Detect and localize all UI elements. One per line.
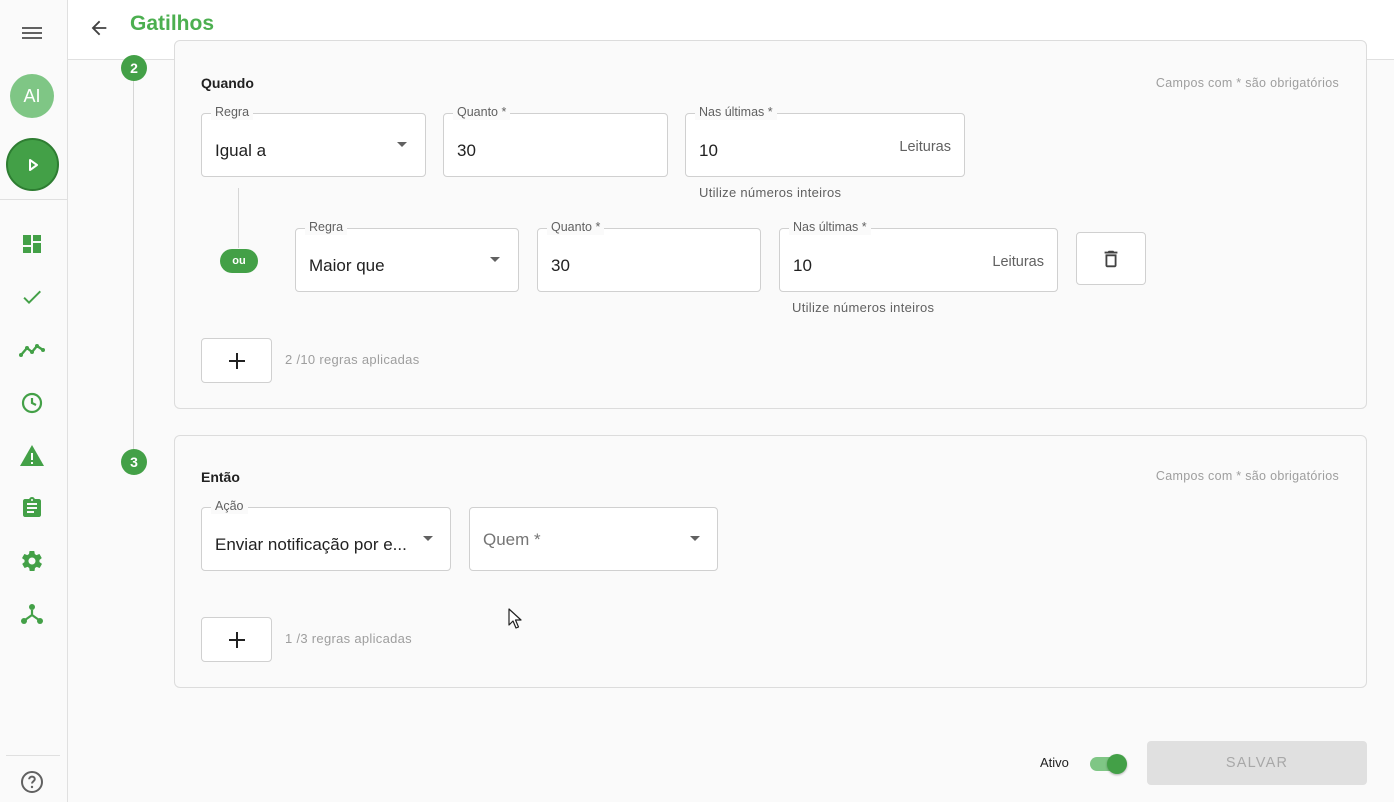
dashboard-icon[interactable] — [19, 231, 45, 257]
sidebar-divider — [0, 199, 68, 200]
field-label: Quanto * — [547, 219, 605, 235]
or-badge: ou — [220, 249, 258, 273]
step-number-2: 2 — [121, 55, 147, 81]
field-value: Maior que — [309, 256, 385, 275]
clipboard-icon[interactable] — [19, 495, 45, 521]
plus-icon — [228, 631, 245, 648]
active-toggle[interactable] — [1088, 752, 1130, 776]
required-note: Campos com * são obrigatórios — [1155, 469, 1339, 483]
menu-icon[interactable] — [20, 24, 44, 42]
add-action-button[interactable] — [201, 617, 272, 662]
sidebar: AI — [0, 0, 68, 802]
field-label: Ação — [211, 498, 248, 514]
field-value: 10 — [793, 256, 812, 275]
step-number-3: 3 — [121, 449, 147, 475]
field-label: Regra — [305, 219, 348, 235]
plus-icon — [228, 352, 245, 369]
network-icon[interactable] — [19, 601, 45, 627]
dropdown-arrow-icon — [397, 142, 407, 147]
play-button[interactable] — [6, 138, 59, 191]
rule-select-2[interactable]: Regra Maior que — [295, 219, 519, 292]
trash-icon — [1104, 250, 1118, 267]
add-rule-button[interactable] — [201, 338, 272, 383]
trending-icon[interactable] — [19, 337, 45, 363]
mouse-cursor-icon — [508, 608, 522, 629]
settings-icon[interactable] — [19, 548, 45, 574]
delete-rule-button[interactable] — [1076, 232, 1146, 285]
page-title: Gatilhos — [130, 12, 215, 35]
who-select[interactable]: Quem * — [469, 507, 718, 571]
actions-count: 1 /3 regras aplicadas — [285, 631, 412, 646]
field-label: Nas últimas * — [695, 104, 777, 120]
field-placeholder: Quem * — [483, 530, 541, 549]
check-icon[interactable] — [19, 284, 45, 310]
field-label: Regra — [211, 104, 254, 120]
stepper-line — [133, 60, 134, 460]
card-title-when: Quando — [201, 75, 254, 91]
card-title-then: Então — [201, 469, 240, 485]
field-label: Quanto * — [453, 104, 511, 120]
clock-icon[interactable] — [19, 390, 45, 416]
field-value: Igual a — [215, 141, 267, 160]
field-value: 10 — [699, 141, 718, 160]
help-icon[interactable] — [20, 770, 44, 794]
rule-select-1[interactable]: Regra Igual a — [201, 104, 426, 177]
required-note: Campos com * são obrigatórios — [1155, 76, 1339, 90]
field-value: 30 — [457, 141, 476, 160]
dropdown-arrow-icon — [423, 536, 433, 541]
active-label: Ativo — [1040, 755, 1069, 770]
amount-input-2[interactable]: Quanto * 30 — [537, 219, 761, 292]
action-select[interactable]: Ação Enviar notificação por e... — [201, 498, 451, 571]
amount-input-1[interactable]: Quanto * 30 — [443, 104, 668, 177]
helper-text: Utilize números inteiros — [792, 300, 935, 315]
field-suffix: Leituras — [992, 254, 1044, 270]
or-connector-line — [238, 188, 239, 248]
dropdown-arrow-icon — [490, 257, 500, 262]
field-suffix: Leituras — [899, 139, 951, 155]
last-readings-input-2[interactable]: Nas últimas * 10 Leituras — [779, 219, 1058, 292]
field-label: Nas últimas * — [789, 219, 871, 235]
play-icon — [28, 158, 38, 171]
helper-text: Utilize números inteiros — [699, 185, 842, 200]
field-value: 30 — [551, 256, 570, 275]
field-value: Enviar notificação por e... — [215, 535, 407, 554]
sidebar-divider — [6, 755, 60, 756]
last-readings-input-1[interactable]: Nas últimas * 10 Leituras — [685, 104, 965, 177]
back-arrow-icon[interactable] — [88, 17, 110, 39]
warning-icon[interactable] — [19, 443, 45, 469]
save-button[interactable]: SALVAR — [1147, 741, 1367, 785]
dropdown-arrow-icon — [690, 536, 700, 541]
toggle-thumb — [1107, 754, 1127, 774]
avatar[interactable]: AI — [10, 74, 54, 118]
rules-count: 2 /10 regras aplicadas — [285, 352, 420, 367]
